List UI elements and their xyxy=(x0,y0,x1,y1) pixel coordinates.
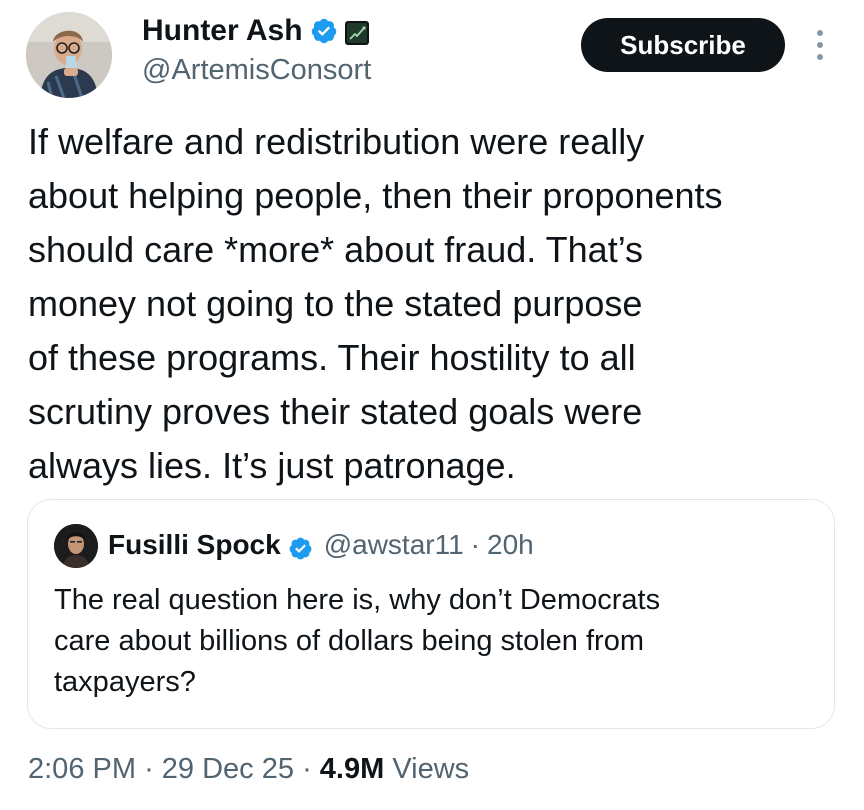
meta-separator: · xyxy=(144,753,154,785)
tweet-date[interactable]: 29 Dec 25 xyxy=(162,753,294,785)
quote-text-line: The real question here is, why don’t Dem… xyxy=(54,584,661,616)
quote-author-name[interactable]: Fusilli Spock xyxy=(108,526,281,564)
tweet-meta: 2:06 PM · 29 Dec 25 · 4.9M Views xyxy=(28,749,469,789)
verified-badge-icon[interactable] xyxy=(288,533,313,559)
tweet-text-line: of these programs. Their hostility to al… xyxy=(28,337,636,378)
affiliation-badge-icon[interactable] xyxy=(344,18,370,45)
author-avatar[interactable] xyxy=(26,12,112,98)
meta-separator: · xyxy=(302,753,312,785)
author-handle[interactable]: @ArtemisConsort xyxy=(142,52,371,88)
tweet-text: If welfare and redistribution were reall… xyxy=(28,115,864,493)
quote-author-handle[interactable]: @awstar11 xyxy=(324,526,464,564)
quote-author-avatar[interactable] xyxy=(54,524,98,568)
author-name-row[interactable]: Hunter Ash xyxy=(142,12,370,50)
quote-text-line: care about billions of dollars being sto… xyxy=(54,625,644,657)
quote-timestamp[interactable]: 20h xyxy=(487,526,534,564)
quote-tweet-card[interactable]: Fusilli Spock @awstar11 · 20h The real q… xyxy=(27,499,835,729)
tweet-text-line: money not going to the stated purpose xyxy=(28,283,643,324)
tweet-text-line: about helping people, then their propone… xyxy=(28,175,723,216)
quote-text: The real question here is, why don’t Dem… xyxy=(54,580,814,703)
more-vertical-icon[interactable] xyxy=(810,30,830,62)
tweet-text-line: scrutiny proves their stated goals were xyxy=(28,391,643,432)
views-count[interactable]: 4.9M xyxy=(320,753,384,785)
subscribe-button[interactable]: Subscribe xyxy=(581,18,785,72)
quote-separator: · xyxy=(470,529,480,560)
views-label[interactable]: Views xyxy=(392,753,469,785)
tweet-text-line: always lies. It’s just patronage. xyxy=(28,445,516,486)
tweet-text-line: If welfare and redistribution were reall… xyxy=(28,121,645,162)
tweet-text-line: should care *more* about fraud. That’s xyxy=(28,229,644,270)
quote-header: Fusilli Spock @awstar11 · 20h xyxy=(108,526,534,564)
quote-text-line: taxpayers? xyxy=(54,666,196,698)
author-name[interactable]: Hunter Ash xyxy=(142,12,303,50)
verified-badge-icon[interactable] xyxy=(310,17,338,45)
tweet-time[interactable]: 2:06 PM xyxy=(28,753,136,785)
